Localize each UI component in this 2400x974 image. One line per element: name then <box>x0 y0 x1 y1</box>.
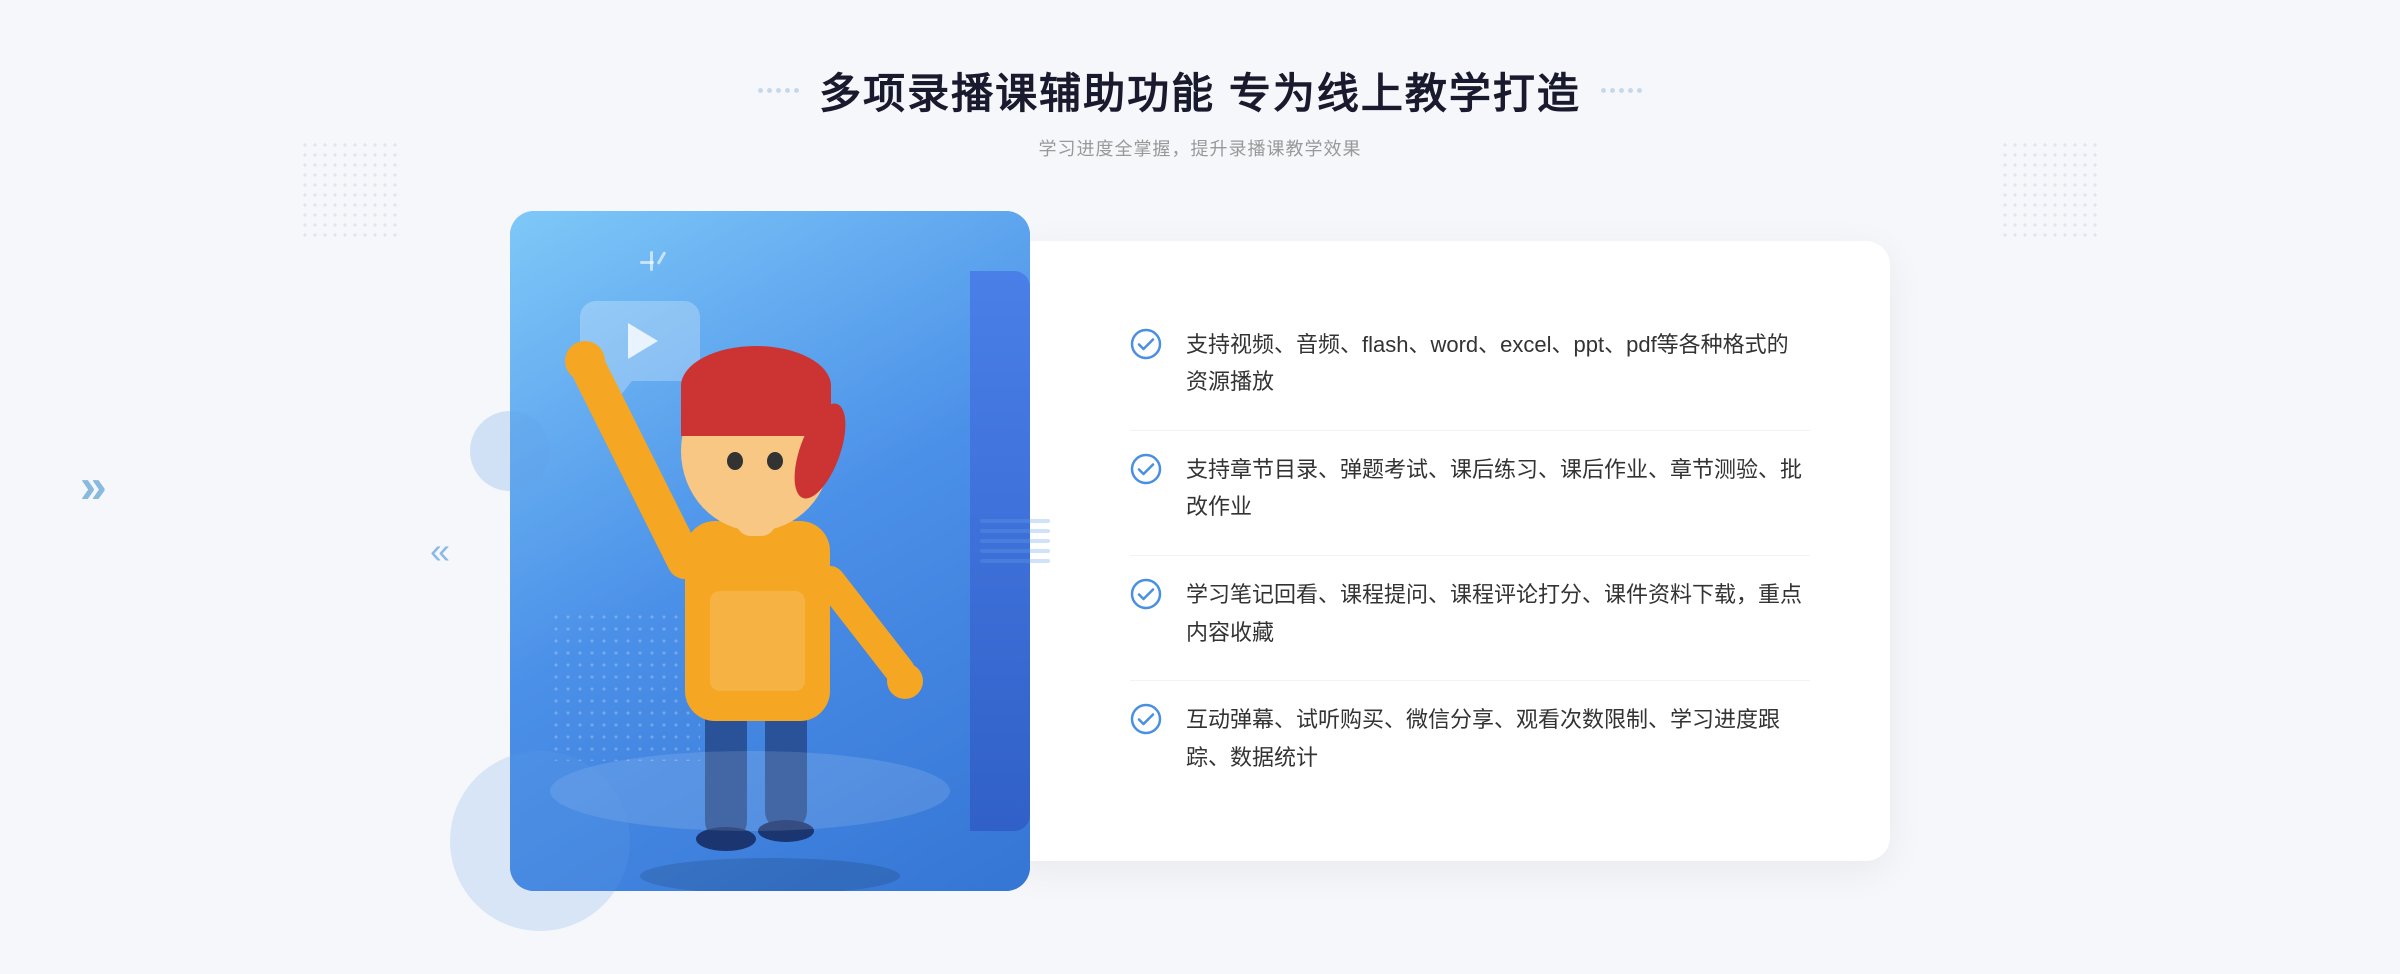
illustration-card: « <box>510 211 1030 891</box>
header-dots-right <box>1601 88 1642 93</box>
features-panel: 支持视频、音频、flash、word、excel、ppt、pdf等各种格式的资源… <box>1010 241 1890 861</box>
dot-4 <box>785 88 790 93</box>
circle-blue-large <box>450 751 630 931</box>
check-icon-2 <box>1130 453 1162 485</box>
check-icon-3 <box>1130 578 1162 610</box>
dot-6 <box>1601 88 1606 93</box>
header-dots-left <box>758 88 799 93</box>
dot-5 <box>794 88 799 93</box>
page-chevron-left: » <box>80 460 107 515</box>
feature-text-3: 学习笔记回看、课程提问、课程评论打分、课件资料下载，重点内容收藏 <box>1186 576 1810 651</box>
check-icon-4 <box>1130 703 1162 735</box>
dot-3 <box>776 88 781 93</box>
dot-9 <box>1628 88 1633 93</box>
feature-item-4: 互动弹幕、试听购买、微信分享、观看次数限制、学习进度跟踪、数据统计 <box>1130 680 1810 796</box>
circle-blue-medium <box>470 411 550 491</box>
feature-text-4: 互动弹幕、试听购买、微信分享、观看次数限制、学习进度跟踪、数据统计 <box>1186 701 1810 776</box>
header-title-row: 多项录播课辅助功能 专为线上教学打造 <box>758 60 1642 121</box>
dot-8 <box>1619 88 1624 93</box>
dot-1 <box>758 88 763 93</box>
stripe-line-5 <box>980 559 1050 563</box>
feature-text-2: 支持章节目录、弹题考试、课后练习、课后作业、章节测验、批改作业 <box>1186 451 1810 526</box>
main-content: « 支持视频、音频、fla <box>500 211 1900 891</box>
feature-item-3: 学习笔记回看、课程提问、课程评论打分、课件资料下载，重点内容收藏 <box>1130 555 1810 671</box>
feature-item-1: 支持视频、音频、flash、word、excel、ppt、pdf等各种格式的资源… <box>1130 306 1810 421</box>
feature-text-1: 支持视频、音频、flash、word、excel、ppt、pdf等各种格式的资源… <box>1186 326 1810 401</box>
dot-pattern-top-left <box>300 140 400 240</box>
stripe-line-4 <box>980 549 1050 553</box>
stripe-decoration <box>980 491 1050 591</box>
stripe-line-3 <box>980 539 1050 543</box>
card-chevron-left: « <box>430 530 450 572</box>
page-wrapper: » 多项录播课辅助功能 专为线上教学打造 学习进度全掌握，提升录播课教学效果 <box>0 0 2400 974</box>
stripe-line-1 <box>980 519 1050 523</box>
page-title: 多项录播课辅助功能 专为线上教学打造 <box>819 60 1581 121</box>
stripe-line-2 <box>980 529 1050 533</box>
dot-7 <box>1610 88 1615 93</box>
feature-item-2: 支持章节目录、弹题考试、课后练习、课后作业、章节测验、批改作业 <box>1130 430 1810 546</box>
dot-10 <box>1637 88 1642 93</box>
dot-pattern-top-right <box>2000 140 2100 240</box>
header-section: 多项录播课辅助功能 专为线上教学打造 学习进度全掌握，提升录播课教学效果 <box>758 60 1642 161</box>
page-subtitle: 学习进度全掌握，提升录播课教学效果 <box>1038 135 1361 161</box>
check-icon-1 <box>1130 328 1162 360</box>
dot-2 <box>767 88 772 93</box>
